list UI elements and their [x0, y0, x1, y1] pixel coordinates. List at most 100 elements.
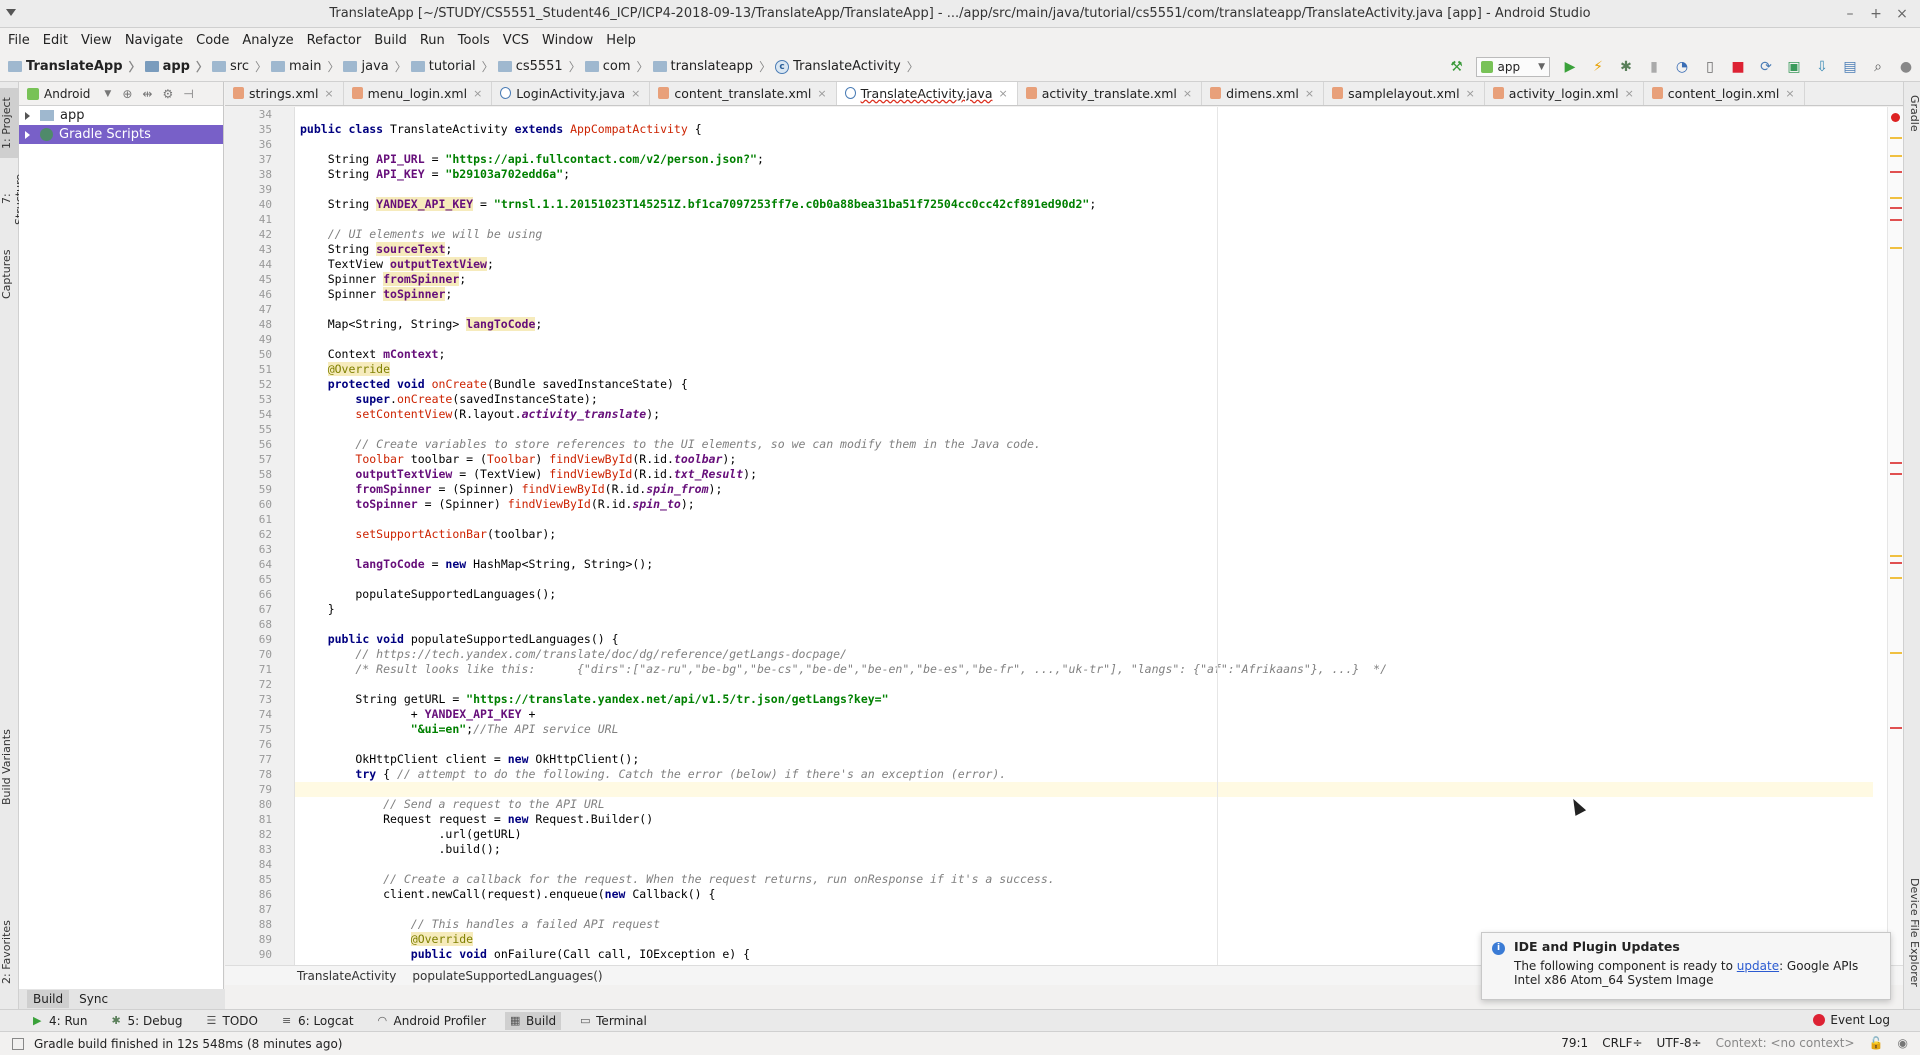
code-line[interactable]: Spinner toSpinner; [295, 287, 1873, 302]
error-marker[interactable] [1890, 562, 1902, 564]
line-separator[interactable]: CRLF÷ [1602, 1036, 1642, 1050]
error-marker[interactable] [1890, 219, 1902, 221]
code-line[interactable] [295, 572, 1873, 587]
line-number[interactable]: 42 [225, 227, 294, 242]
code-line[interactable] [295, 542, 1873, 557]
line-number[interactable]: 49 [225, 332, 294, 347]
code-line[interactable]: String YANDEX_API_KEY = "trnsl.1.1.20151… [295, 197, 1873, 212]
line-number[interactable]: 63 [225, 542, 294, 557]
warning-marker[interactable] [1890, 155, 1902, 157]
menu-navigate[interactable]: Navigate [125, 33, 183, 48]
inspector-icon[interactable]: ◉ [1898, 1036, 1908, 1050]
line-number[interactable]: 44 [225, 257, 294, 272]
line-number[interactable]: 67 [225, 602, 294, 617]
line-number[interactable]: 74 [225, 707, 294, 722]
update-notification[interactable]: i IDE and Plugin Updates The following c… [1481, 932, 1891, 1000]
avatar-icon[interactable]: ● [1898, 59, 1914, 75]
code-line[interactable]: .url(getURL) [295, 827, 1873, 842]
code-line[interactable]: fromSpinner = (Spinner) findViewById(R.i… [295, 482, 1873, 497]
expand-icon[interactable] [25, 111, 30, 120]
code-line[interactable]: outputTextView = (TextView) findViewById… [295, 467, 1873, 482]
code-line[interactable]: // UI elements we will be using [295, 227, 1873, 242]
tree-item-gradle-scripts[interactable]: Gradle Scripts [19, 125, 223, 144]
line-number[interactable]: 43 [225, 242, 294, 257]
file-encoding[interactable]: UTF-8÷ [1657, 1036, 1702, 1050]
code-line[interactable] [295, 137, 1873, 152]
tool-build[interactable]: ▦ Build [505, 1011, 562, 1030]
lock-icon[interactable]: 🔓 [1869, 1036, 1884, 1050]
line-number[interactable]: 90 [225, 947, 294, 962]
update-link[interactable]: update [1737, 959, 1779, 973]
scope-icon[interactable]: ⊕ [122, 87, 132, 101]
line-number[interactable]: 55 [225, 422, 294, 437]
line-number[interactable]: 39 [225, 182, 294, 197]
code-line[interactable] [295, 422, 1873, 437]
expand-icon[interactable] [25, 130, 30, 139]
tool-profiler[interactable]: ◠ Android Profiler [373, 1012, 491, 1030]
code-line[interactable]: Spinner fromSpinner; [295, 272, 1873, 287]
line-number[interactable]: 66 [225, 587, 294, 602]
line-number[interactable]: 79 [225, 782, 294, 797]
project-view-select[interactable]: Android [44, 87, 90, 101]
error-marker[interactable] [1890, 473, 1902, 475]
warning-marker[interactable] [1890, 652, 1902, 654]
code-editor[interactable]: 34 35 36 37 38 39 40 41 42 43 44 45 46 47 48 49 50 51 52 53… [225, 107, 1903, 965]
collapse-icon[interactable]: ⇹ [142, 87, 152, 101]
tab-favorites[interactable]: 2: Favorites [0, 912, 19, 992]
line-number[interactable]: 34 [225, 107, 294, 122]
line-number[interactable]: 72 [225, 677, 294, 692]
line-number[interactable]: 82 [225, 827, 294, 842]
menu-edit[interactable]: Edit [43, 33, 68, 48]
apply-changes-icon[interactable]: ⚡ [1590, 59, 1606, 75]
status-message[interactable]: Gradle build finished in 12s 548ms (8 mi… [34, 1037, 343, 1051]
line-number[interactable]: 85 [225, 872, 294, 887]
editor-tab[interactable]: menu_login.xml × [344, 82, 493, 105]
code-line[interactable]: String API_KEY = "b29103a702edd6a"; [295, 167, 1873, 182]
code-line[interactable] [295, 212, 1873, 227]
code-line[interactable]: Toolbar toolbar = (Toolbar) findViewById… [295, 452, 1873, 467]
tab-sync[interactable]: Sync [73, 990, 114, 1008]
code-line[interactable] [295, 857, 1873, 872]
editor-tab[interactable]: content_translate.xml × [650, 82, 837, 105]
line-number[interactable]: 78 [225, 767, 294, 782]
code-line[interactable] [295, 302, 1873, 317]
code-line[interactable]: try { // attempt to do the following. Ca… [295, 767, 1873, 782]
close-icon[interactable]: × [1305, 87, 1314, 100]
line-number[interactable]: 52 [225, 377, 294, 392]
debug-icon[interactable]: ✱ [1618, 59, 1634, 75]
make-project-icon[interactable]: ⚒ [1448, 59, 1464, 75]
code-line[interactable]: // Send a request to the API URL [295, 797, 1873, 812]
menu-view[interactable]: View [81, 33, 112, 48]
code-line[interactable]: TextView outputTextView; [295, 257, 1873, 272]
close-icon[interactable]: × [1894, 6, 1910, 22]
project-structure-icon[interactable]: ▤ [1842, 59, 1858, 75]
gear-icon[interactable]: ⚙ [162, 87, 173, 101]
error-indicator-icon[interactable] [1891, 113, 1900, 122]
menu-analyze[interactable]: Analyze [242, 33, 293, 48]
tree-item-app[interactable]: app [19, 106, 223, 125]
crumb-cs5551[interactable]: cs5551 〉 [497, 58, 581, 75]
code-line[interactable]: langToCode = new HashMap<String, String>… [295, 557, 1873, 572]
menu-code[interactable]: Code [196, 33, 229, 48]
attach-debugger-icon[interactable]: ▯ [1702, 59, 1718, 75]
maximize-icon[interactable]: + [1868, 6, 1884, 22]
code-line[interactable]: Context mContext; [295, 347, 1873, 362]
code-area[interactable]: public class TranslateActivity extends A… [295, 107, 1873, 965]
toggle-tool-windows-icon[interactable] [12, 1037, 24, 1050]
breadcrumb-class[interactable]: TranslateActivity [297, 969, 396, 983]
close-icon[interactable]: × [1625, 87, 1634, 100]
line-number[interactable]: 83 [225, 842, 294, 857]
error-marker[interactable] [1890, 207, 1902, 209]
editor-tab[interactable]: LoginActivity.java × [492, 82, 651, 105]
code-line[interactable]: @Override [295, 362, 1873, 377]
code-line[interactable] [295, 677, 1873, 692]
menu-vcs[interactable]: VCS [503, 33, 529, 48]
code-line[interactable]: // This handles a failed API request [295, 917, 1873, 932]
tool-logcat[interactable]: ≡ 6: Logcat [277, 1012, 359, 1030]
line-number[interactable]: 87 [225, 902, 294, 917]
caret-position[interactable]: 79:1 [1561, 1036, 1588, 1050]
code-line[interactable]: public class TranslateActivity extends A… [295, 122, 1873, 137]
tab-structure[interactable]: 7: Structure [0, 164, 26, 234]
menu-build[interactable]: Build [374, 33, 407, 48]
error-marker[interactable] [1890, 727, 1902, 729]
